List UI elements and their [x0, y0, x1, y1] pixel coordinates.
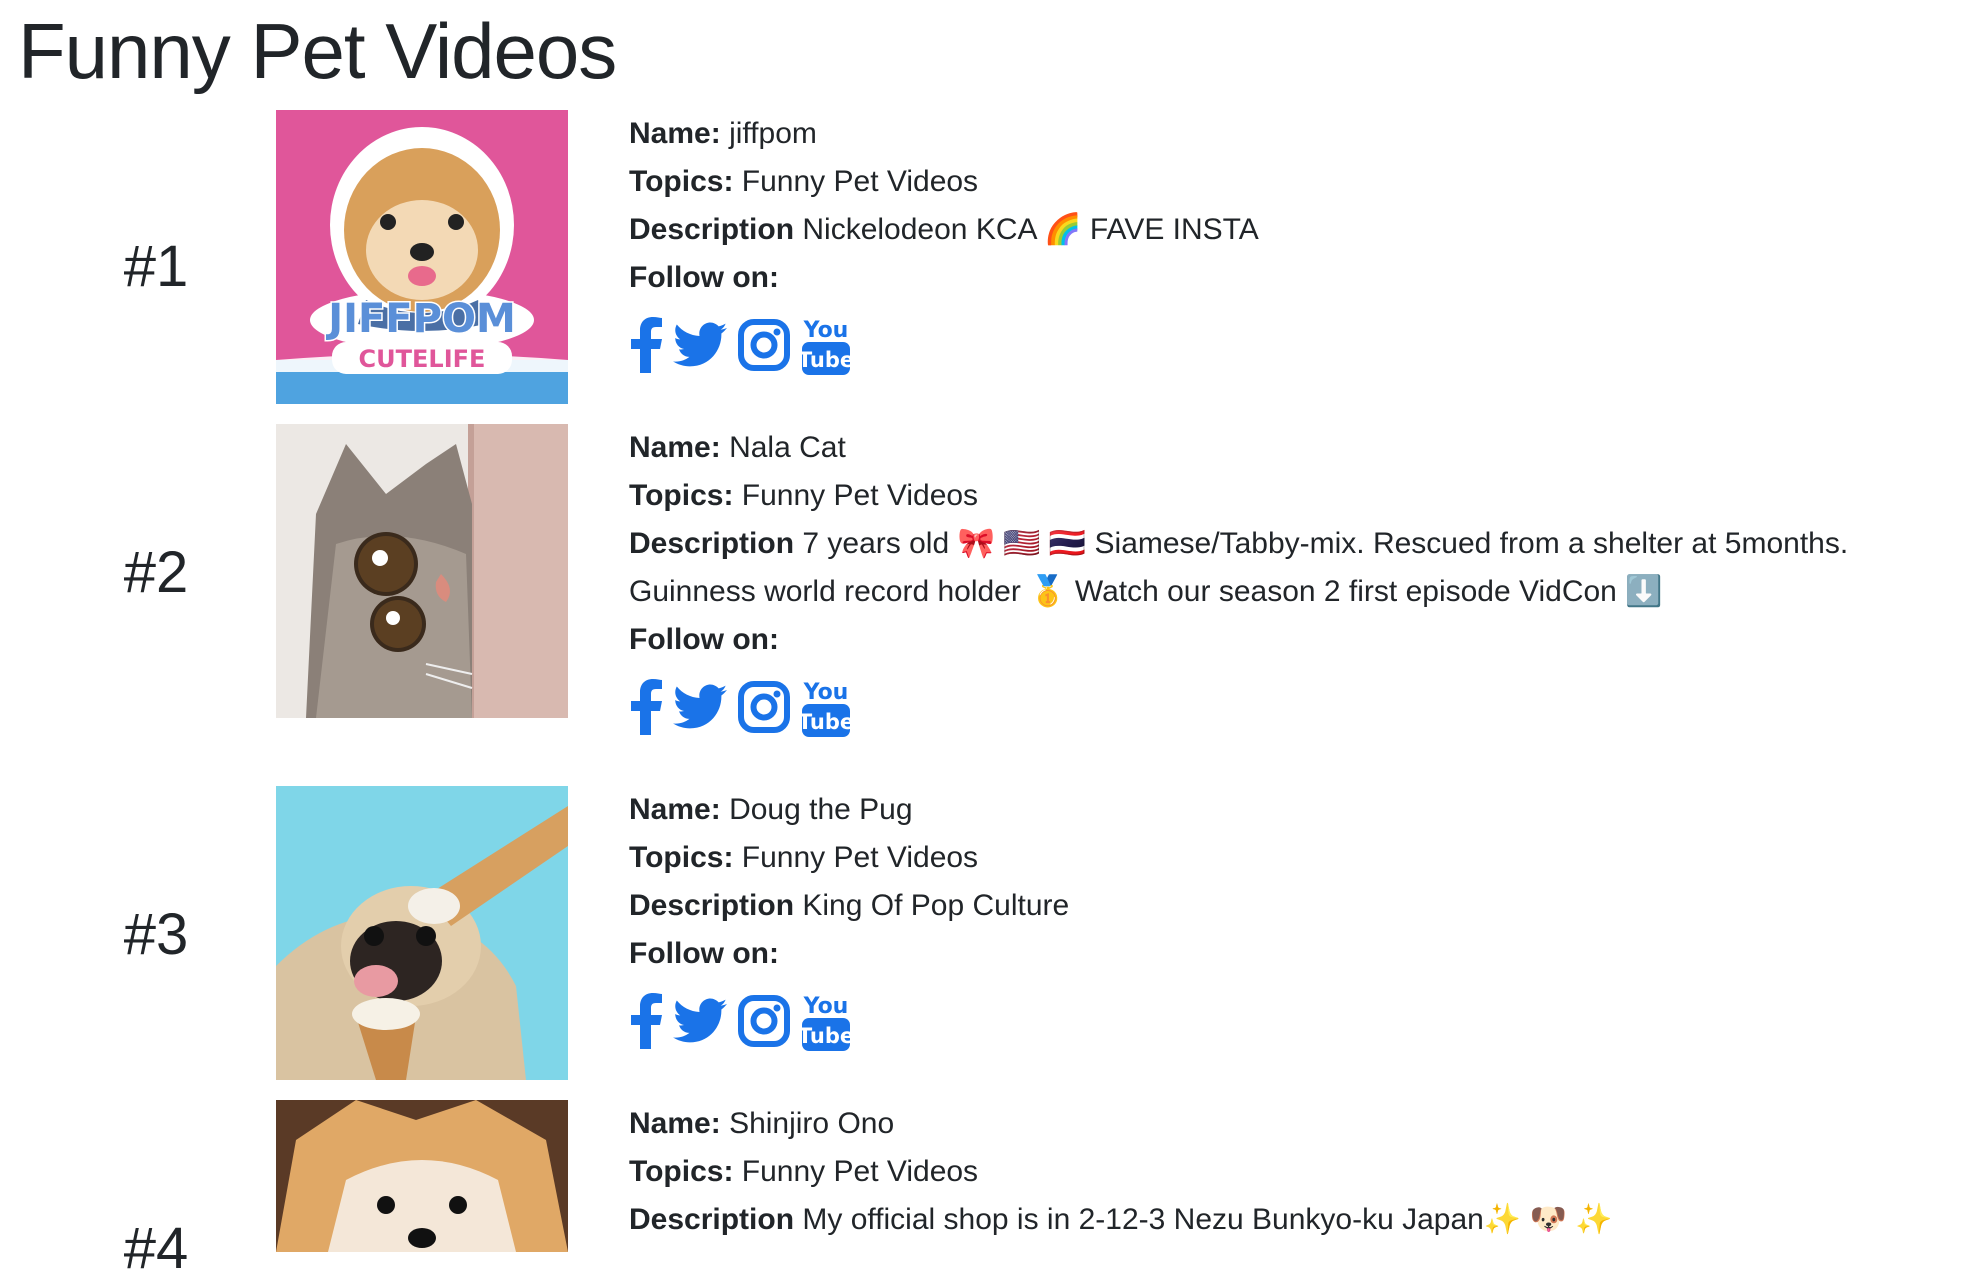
- channel-info: Name: Doug the Pug Topics: Funny Pet Vid…: [629, 786, 1959, 1054]
- description-value: My official shop is in 2-12-3 Nezu Bunky…: [802, 1203, 1613, 1236]
- topics-line: Topics: Funny Pet Videos: [629, 841, 979, 874]
- social-links: You Tube: [629, 312, 1959, 378]
- name-line: Name: Nala Cat: [629, 431, 846, 464]
- description-label: Description: [629, 213, 795, 246]
- description-value: 7 years old 🎀 🇺🇸 🇹🇭 Siamese/Tabby-mix. R…: [802, 527, 1849, 560]
- instagram-icon[interactable]: [737, 994, 791, 1048]
- svg-text:Tube: Tube: [801, 710, 851, 734]
- rank-label: #2: [123, 540, 189, 605]
- name-line: Name: Shinjiro Ono: [629, 1107, 895, 1140]
- topics-value: Funny Pet Videos: [741, 841, 979, 874]
- name-label: Name: [629, 117, 711, 150]
- description-line: Description 7 years old 🎀 🇺🇸 🇹🇭 Siamese/…: [629, 520, 1959, 568]
- topics-line: Topics: Funny Pet Videos: [629, 479, 979, 512]
- topics-value: Funny Pet Videos: [741, 1155, 979, 1188]
- topics-value: Funny Pet Videos: [741, 479, 979, 512]
- topics-value: Funny Pet Videos: [741, 165, 979, 198]
- topics-label: Topics: [629, 841, 724, 874]
- follow-label: Follow on:: [629, 623, 779, 656]
- youtube-icon[interactable]: You Tube: [801, 989, 851, 1053]
- youtube-icon[interactable]: You Tube: [801, 675, 851, 739]
- description-value-continued: Guinness world record holder 🥇 Watch our…: [629, 575, 1663, 608]
- channel-thumbnail[interactable]: [276, 786, 568, 1080]
- name-label: Name: [629, 1107, 711, 1140]
- instagram-icon[interactable]: [737, 680, 791, 734]
- channel-info: Name: jiffpom Topics: Funny Pet Videos D…: [629, 110, 1959, 378]
- name-label: Name: [629, 431, 711, 464]
- description-label: Description: [629, 527, 795, 560]
- social-links: You Tube: [629, 674, 1959, 740]
- description-value: Nickelodeon KCA 🌈 FAVE INSTA: [802, 213, 1259, 246]
- topics-line: Topics: Funny Pet Videos: [629, 165, 979, 198]
- topics-label: Topics: [629, 1155, 724, 1188]
- image-logo-subtext: CUTELIFE: [359, 345, 486, 373]
- youtube-icon[interactable]: You Tube: [801, 313, 851, 377]
- name-line: Name: Doug the Pug: [629, 793, 913, 826]
- description-label: Description: [629, 1203, 795, 1236]
- topics-line: Topics: Funny Pet Videos: [629, 1155, 979, 1188]
- shiba-image: [276, 1100, 568, 1252]
- svg-text:You: You: [803, 680, 849, 705]
- social-links: You Tube: [629, 988, 1959, 1054]
- channel-name: jiffpom: [729, 117, 817, 150]
- channel-thumbnail[interactable]: JIFFPOM CUTELIFE: [276, 110, 568, 404]
- svg-text:Tube: Tube: [801, 1024, 851, 1048]
- facebook-icon[interactable]: [629, 993, 663, 1049]
- image-logo-text: JIFFPOM: [325, 296, 516, 342]
- page-title: Funny Pet Videos: [18, 7, 617, 95]
- svg-text:Tube: Tube: [801, 348, 851, 372]
- channel-name: Doug the Pug: [729, 793, 913, 826]
- follow-label: Follow on:: [629, 937, 779, 970]
- facebook-icon[interactable]: [629, 317, 663, 373]
- name-line: Name: jiffpom: [629, 117, 817, 150]
- cat-image: [276, 424, 568, 718]
- description-value: King Of Pop Culture: [802, 889, 1070, 922]
- topics-label: Topics: [629, 479, 724, 512]
- facebook-icon[interactable]: [629, 679, 663, 735]
- description-line-2: Guinness world record holder 🥇 Watch our…: [629, 568, 1959, 616]
- channel-name: Shinjiro Ono: [729, 1107, 895, 1140]
- channel-thumbnail[interactable]: [276, 1100, 568, 1252]
- description-line: Description My official shop is in 2-12-…: [629, 1196, 1959, 1244]
- name-label: Name: [629, 793, 711, 826]
- svg-text:You: You: [803, 994, 849, 1019]
- description-line: Description Nickelodeon KCA 🌈 FAVE INSTA: [629, 206, 1959, 254]
- channel-info: Name: Shinjiro Ono Topics: Funny Pet Vid…: [629, 1100, 1959, 1244]
- pug-image: [276, 786, 568, 1080]
- channel-info: Name: Nala Cat Topics: Funny Pet Videos …: [629, 424, 1959, 740]
- twitter-icon[interactable]: [673, 998, 727, 1044]
- channel-thumbnail[interactable]: [276, 424, 568, 718]
- pomeranian-image: JIFFPOM CUTELIFE: [276, 110, 568, 404]
- description-label: Description: [629, 889, 795, 922]
- follow-label: Follow on:: [629, 261, 779, 294]
- instagram-icon[interactable]: [737, 318, 791, 372]
- twitter-icon[interactable]: [673, 322, 727, 368]
- rank-label: #3: [123, 902, 189, 967]
- channel-name: Nala Cat: [729, 431, 846, 464]
- description-line: Description King Of Pop Culture: [629, 882, 1959, 930]
- svg-text:You: You: [803, 318, 849, 343]
- rank-label: #1: [123, 234, 189, 299]
- rank-label: #4: [123, 1216, 189, 1281]
- topics-label: Topics: [629, 165, 724, 198]
- twitter-icon[interactable]: [673, 684, 727, 730]
